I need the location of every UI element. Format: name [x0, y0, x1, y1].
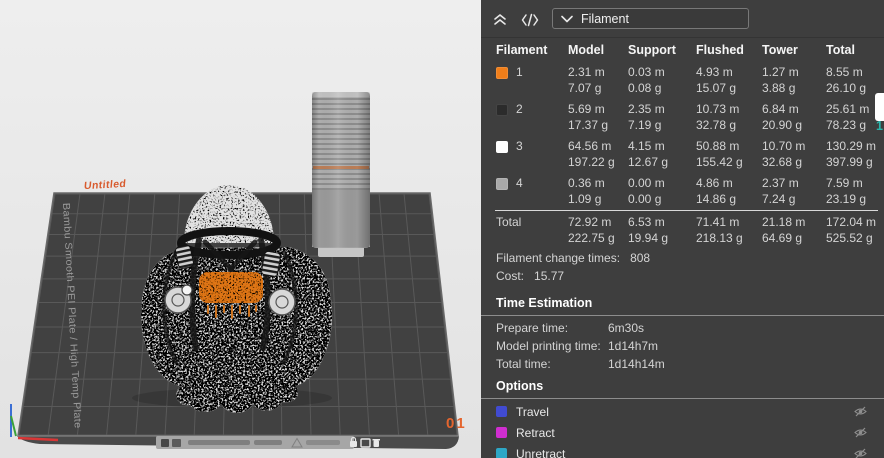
- col-header-tower: Tower: [762, 43, 798, 57]
- chest-button: [181, 284, 193, 296]
- option-color-swatch: [496, 448, 507, 458]
- col-header-support: Support: [628, 43, 676, 57]
- filament-row-2: 2 5.69 m 17.37 g 2.35 m 7.19 g 10.73 m 32.7…: [481, 101, 880, 133]
- chevrons-up-icon: [494, 14, 506, 25]
- col-header-total: Total: [826, 43, 855, 57]
- option-row-retract: Retract: [496, 422, 868, 443]
- plate-number-label: 01: [446, 415, 467, 432]
- plate-bar-text-illegible: [306, 440, 340, 445]
- time-estimation-title: Time Estimation: [496, 296, 593, 310]
- option-color-swatch: [496, 406, 507, 417]
- eye-off-icon: [854, 448, 867, 458]
- filament-id: 3: [516, 139, 523, 153]
- eye-off-icon: [854, 406, 867, 417]
- col-header-model: Model: [568, 43, 605, 57]
- filament-color-swatch: [496, 104, 508, 116]
- prepare-time-row: Prepare time: 6m30s: [496, 321, 645, 335]
- filament-row-3: 3 64.56 m 197.22 g 4.15 m 12.67 g 50.88 m1…: [481, 138, 880, 170]
- plate-toolbar[interactable]: [156, 436, 380, 449]
- filament-change-times: Filament change times: 808: [496, 251, 651, 265]
- toggle-visibility-travel[interactable]: [853, 404, 868, 419]
- filament-id: 2: [516, 102, 523, 116]
- time-estimation-rows: Prepare time: 6m30s Model printing time: 1…: [496, 319, 874, 373]
- filament-id: 1: [516, 65, 523, 79]
- scene-canvas[interactable]: Bambu Smooth PEI Plate / High Temp Plate: [0, 0, 481, 458]
- toggle-visibility-retract[interactable]: [853, 425, 868, 440]
- filament-id: 4: [516, 176, 523, 190]
- option-row-travel: Travel: [496, 401, 868, 422]
- col-header-filament: Filament: [496, 43, 548, 57]
- cost: Cost: 15.77: [496, 269, 565, 283]
- option-color-swatch: [496, 427, 507, 438]
- gcode-view-button[interactable]: [519, 9, 541, 31]
- section-divider: [481, 398, 884, 399]
- filament-table-body: 1 2.31 m 7.07 g 0.03 m 0.08 g 4.93 m 15.07 …: [481, 64, 880, 207]
- options-rows: Travel Retract Unretract: [496, 401, 868, 458]
- panel-topbar: Filament: [481, 0, 884, 38]
- collapse-panel-button[interactable]: [489, 9, 511, 31]
- panel-side-tab[interactable]: 1: [876, 119, 883, 133]
- total-label: Total: [496, 215, 522, 229]
- table-total-divider: [495, 210, 878, 211]
- plate-title-label: Untitled: [83, 177, 127, 193]
- plate-bar-text-illegible: [254, 440, 282, 445]
- col-header-flushed: Flushed: [696, 43, 744, 57]
- eye-off-icon: [854, 427, 867, 438]
- filament-color-swatch: [496, 178, 508, 190]
- dropdown-selected-value: Filament: [581, 11, 629, 26]
- plate-thumb-icon: [172, 439, 181, 447]
- section-divider: [481, 315, 884, 316]
- prime-tower[interactable]: [312, 92, 370, 257]
- viewport-3d[interactable]: Bambu Smooth PEI Plate / High Temp Plate: [0, 0, 481, 458]
- plate-logo-icon: [161, 439, 169, 447]
- filament-total-row: Total 72.92 m 222.75 g 6.53 m 19.94 g 71.4…: [496, 215, 877, 245]
- option-label: Travel: [516, 404, 549, 419]
- chest-panel-orange: [199, 272, 263, 303]
- filament-row-4: 4 0.36 m 1.09 g 0.00 m 0.00 g 4.86 m 14.86 …: [481, 175, 880, 207]
- filament-color-swatch: [496, 67, 508, 79]
- plate-bar-text-illegible: [188, 440, 250, 445]
- view-mode-dropdown[interactable]: Filament: [552, 8, 749, 29]
- code-icon: [521, 13, 539, 27]
- app-window: Bambu Smooth PEI Plate / High Temp Plate: [0, 0, 884, 458]
- slice-info-panel: Filament Filament Model Support Flushed …: [481, 0, 884, 458]
- chevron-down-icon: [561, 15, 573, 22]
- delete-plate-icon[interactable]: [372, 439, 381, 447]
- chest-panel-drips: [207, 305, 257, 319]
- toggle-visibility-unretract[interactable]: [853, 446, 868, 458]
- panel-scrollbar-thumb[interactable]: [875, 93, 884, 121]
- option-label: Retract: [516, 425, 555, 440]
- model-printing-time-row: Model printing time: 1d14h7m: [496, 339, 659, 353]
- filament-table-header: Filament Model Support Flushed Tower Tot…: [481, 43, 880, 57]
- option-row-unretract: Unretract: [496, 443, 868, 458]
- filament-color-swatch: [496, 141, 508, 153]
- filament-row-1: 1 2.31 m 7.07 g 0.03 m 0.08 g 4.93 m 15.07 …: [481, 64, 880, 96]
- options-title: Options: [496, 379, 544, 393]
- total-time-row: Total time: 1d14h14m: [496, 357, 665, 371]
- option-label: Unretract: [516, 446, 566, 458]
